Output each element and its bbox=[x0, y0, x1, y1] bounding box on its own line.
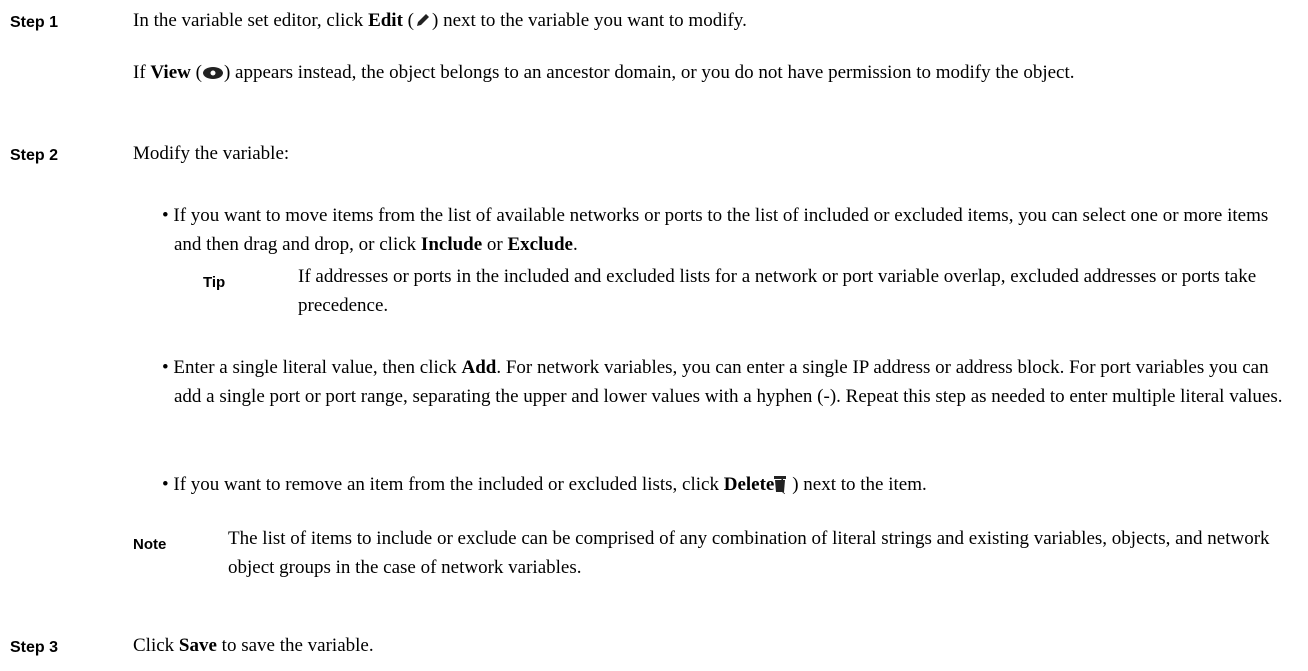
step-3-text: Click Save to save the variable. bbox=[133, 635, 374, 656]
step-2-intro: Modify the variable: bbox=[133, 143, 290, 164]
step-1-text: In the variable set editor, click Edit (… bbox=[133, 6, 1293, 38]
edit-term: Edit bbox=[368, 10, 403, 31]
list-item: • If you want to move items from the lis… bbox=[162, 205, 1269, 255]
step-1-label: Step 1 bbox=[10, 14, 59, 31]
pencil-icon bbox=[414, 9, 432, 38]
list-item: • Enter a single literal value, then cli… bbox=[162, 357, 1283, 407]
save-term: Save bbox=[178, 635, 217, 656]
list-item: • If you want to remove an item from the… bbox=[162, 470, 1292, 502]
step-1-view-note: If View () appears instead, the object b… bbox=[133, 58, 1253, 90]
view-term: View bbox=[150, 62, 191, 83]
eye-icon bbox=[202, 61, 224, 90]
trash-icon bbox=[774, 473, 787, 502]
tip-text: If addresses or ports in the included an… bbox=[298, 266, 1257, 316]
tip-label: Tip bbox=[203, 274, 226, 291]
step-2-label: Step 2 bbox=[10, 147, 59, 164]
note-label: Note bbox=[133, 536, 167, 553]
note-text: The list of items to include or exclude … bbox=[228, 528, 1270, 578]
step-3-label: Step 3 bbox=[10, 639, 59, 656]
